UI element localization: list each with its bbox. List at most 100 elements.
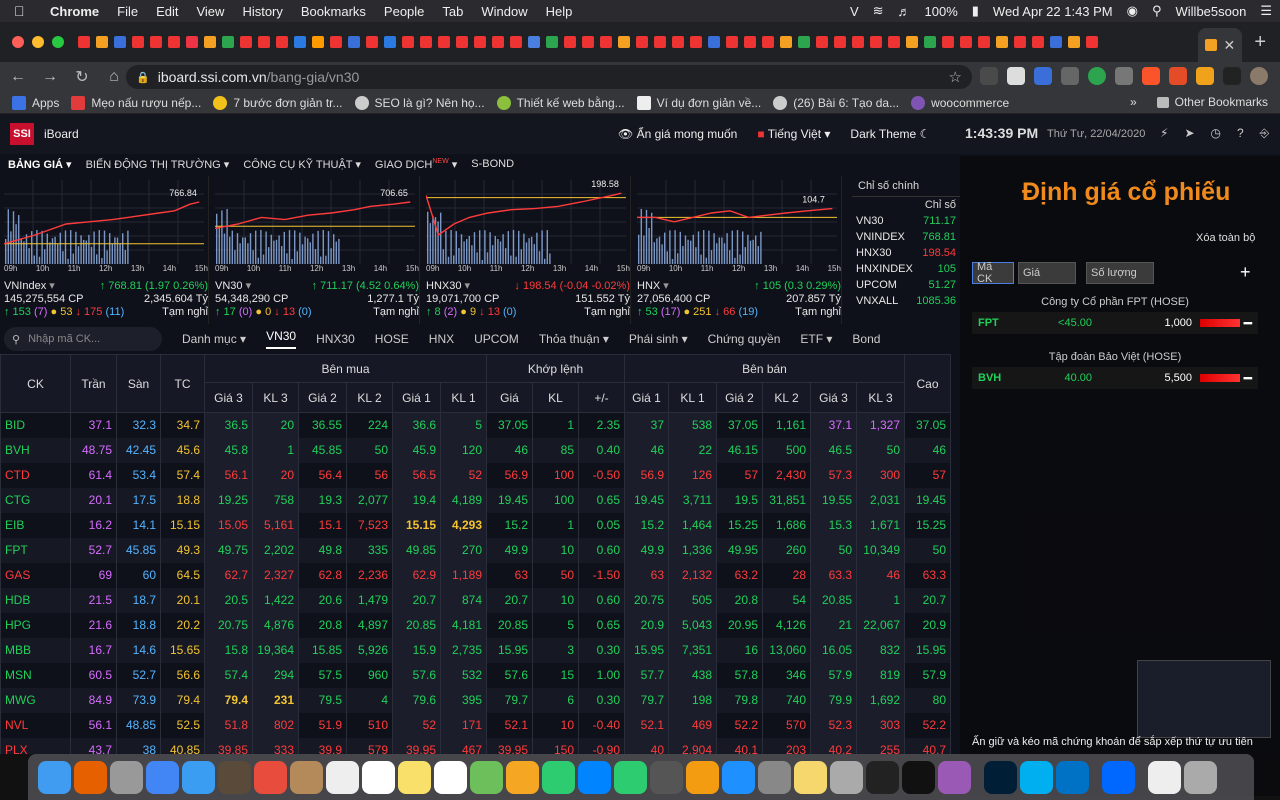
mail-icon[interactable] (254, 760, 287, 794)
tab-favicon-icon[interactable] (888, 36, 900, 48)
col-reference[interactable]: TC (160, 354, 205, 413)
bookmark-item[interactable]: 7 bước đơn giản tr... (213, 95, 343, 110)
tab-favicon-icon[interactable] (240, 36, 252, 48)
stickies-icon[interactable] (398, 760, 431, 794)
sub-col-header[interactable]: KL (532, 382, 579, 413)
history-clock-icon[interactable]: ◷ (1211, 126, 1221, 141)
tab-favicon-icon[interactable] (618, 36, 630, 48)
tab-favicon-icon[interactable] (942, 36, 954, 48)
close-window-icon[interactable] (12, 36, 24, 48)
tab-favicon-icon[interactable] (852, 36, 864, 48)
activity-monitor-icon[interactable] (866, 760, 899, 794)
new-tab-icon[interactable]: + (1254, 31, 1266, 54)
tab-favicon-icon[interactable] (456, 36, 468, 48)
cafef-logo-icon[interactable] (1200, 319, 1240, 327)
appstore-icon[interactable] (722, 760, 755, 794)
tab-favicon-icon[interactable] (492, 36, 504, 48)
sub-col-header[interactable]: Giá (486, 382, 533, 413)
menu-people[interactable]: People (384, 4, 424, 19)
spotlight-icon[interactable]: ⚲ (1152, 3, 1162, 19)
nav-market-movement[interactable]: BIẾN ĐỘNG THỊ TRƯỜNG ▾ (86, 158, 230, 171)
extension-qr-icon[interactable] (1007, 67, 1025, 85)
tab-favicon-icon[interactable] (384, 36, 396, 48)
tab-favicon-icon[interactable] (798, 36, 810, 48)
extension-speaker-icon[interactable] (1169, 67, 1187, 85)
tab-favicon-icon[interactable] (348, 36, 360, 48)
remove-item-icon[interactable]: ━ (1244, 370, 1252, 387)
close-tab-icon[interactable]: ✕ (1224, 37, 1236, 54)
chrome-icon[interactable] (146, 760, 179, 794)
bookmark-item[interactable]: Mẹo nấu rượu nếp... (71, 95, 201, 110)
other-bookmarks[interactable]: Other Bookmarks (1175, 95, 1268, 109)
tab-favicon-icon[interactable] (186, 36, 198, 48)
index-row[interactable]: VN30 711.17 (852, 213, 960, 229)
menu-file[interactable]: File (117, 4, 138, 19)
tab-favicon-icon[interactable] (996, 36, 1008, 48)
sub-col-header[interactable]: KL 3 (856, 382, 905, 413)
ticker-cell[interactable]: MWG (0, 687, 71, 713)
nav-technical-tools[interactable]: CÔNG CỤ KỸ THUẬT ▾ (243, 158, 361, 171)
index-chart-hnx[interactable]: 104.7 09h 10h 11h 12h 13h 14h 15h HNX ▾ ↑ 105 (0… (633, 176, 842, 324)
col-ceiling[interactable]: Trần (70, 354, 117, 413)
address-bar[interactable]: 🔒 iboard.ssi.com.vn /bang-gia/vn30 ☆ (126, 65, 972, 89)
sub-col-header[interactable]: +/- (578, 382, 625, 413)
intellij-icon[interactable] (938, 760, 971, 794)
photoshop-icon[interactable] (984, 760, 1017, 794)
bookmark-item[interactable]: Thiết kế web bằng... (496, 95, 625, 110)
sub-col-header[interactable]: KL 1 (668, 382, 717, 413)
valuation-item[interactable]: Tập đoàn Bảo Việt (HOSE) BVH 40.00 5,500… (972, 351, 1258, 389)
tab-favicon-icon[interactable] (564, 36, 576, 48)
tab-hose[interactable]: HOSE (375, 332, 409, 346)
tab-favicon-icon[interactable] (276, 36, 288, 48)
system-preferences-icon[interactable] (758, 760, 791, 794)
index-row[interactable]: VNXALL 1085.36 (852, 293, 960, 309)
tab-favicon-icon[interactable] (546, 36, 558, 48)
ticker-cell[interactable]: CTD (0, 462, 71, 488)
table-row[interactable]: MBB 16.7 14.6 15.65 15.8 19,364 15.85 5,926 15.9… (0, 637, 951, 663)
reminders-icon[interactable] (434, 760, 467, 794)
tab-favicon-icon[interactable] (906, 36, 918, 48)
facetime-icon[interactable] (614, 760, 647, 794)
document-icon[interactable] (1148, 760, 1181, 794)
active-tab[interactable]: ✕ (1198, 28, 1243, 62)
tab-favicon-icon[interactable] (690, 36, 702, 48)
contacts-icon[interactable] (290, 760, 323, 794)
tab-favicon-icon[interactable] (672, 36, 684, 48)
table-row[interactable]: MSN 60.5 52.7 56.6 57.4 294 57.5 960 57.6 532 57.6… (0, 662, 951, 688)
cafef-logo-icon[interactable] (1200, 374, 1240, 382)
ticker-cell[interactable]: PLX (0, 737, 71, 754)
sub-col-header[interactable]: KL 3 (252, 382, 299, 413)
tab-negotiated[interactable]: Thỏa thuận ▾ (539, 332, 609, 346)
ticker-cell[interactable]: BVH (0, 437, 71, 463)
sub-col-header[interactable]: KL 2 (346, 382, 393, 413)
sub-col-header[interactable]: Giá 3 (204, 382, 253, 413)
tab-favicon-icon[interactable] (978, 36, 990, 48)
terminal-icon[interactable] (902, 760, 935, 794)
index-row[interactable]: HNXINDEX 105 (852, 261, 960, 277)
tab-favicon-icon[interactable] (330, 36, 342, 48)
tab-favicon-icon[interactable] (78, 36, 90, 48)
col-floor[interactable]: Sàn (116, 354, 161, 413)
extension-d-icon[interactable] (1196, 67, 1214, 85)
bookmark-item[interactable]: Ví dụ đơn giản về... (636, 95, 761, 110)
sub-col-header[interactable]: KL 1 (440, 382, 487, 413)
sub-col-header[interactable]: Giá 1 (624, 382, 669, 413)
tab-favicon-icon[interactable] (780, 36, 792, 48)
profile-avatar-icon[interactable] (1250, 67, 1268, 85)
tab-favicon-icon[interactable] (420, 36, 432, 48)
tab-favicon-icon[interactable] (834, 36, 846, 48)
menubar-user[interactable]: Willbe5soon (1176, 4, 1247, 19)
menu-edit[interactable]: Edit (156, 4, 178, 19)
menu-help[interactable]: Help (546, 4, 573, 19)
menu-bookmarks[interactable]: Bookmarks (301, 4, 366, 19)
table-row[interactable]: HDB 21.5 18.7 20.1 20.5 1,422 20.6 1,479 20.7 874… (0, 587, 951, 613)
clear-all-button[interactable]: Xóa toàn bộ (1196, 232, 1255, 244)
firefox-icon[interactable] (74, 760, 107, 794)
tab-etf[interactable]: ETF ▾ (800, 332, 832, 346)
preview-icon[interactable] (830, 760, 863, 794)
extension-brave-icon[interactable] (1142, 67, 1160, 85)
extension-grammarly-icon[interactable] (1088, 67, 1106, 85)
tab-favicon-icon[interactable] (294, 36, 306, 48)
login-icon[interactable]: ⎆ (1260, 126, 1270, 141)
extension-calendar-icon[interactable] (1034, 67, 1052, 85)
